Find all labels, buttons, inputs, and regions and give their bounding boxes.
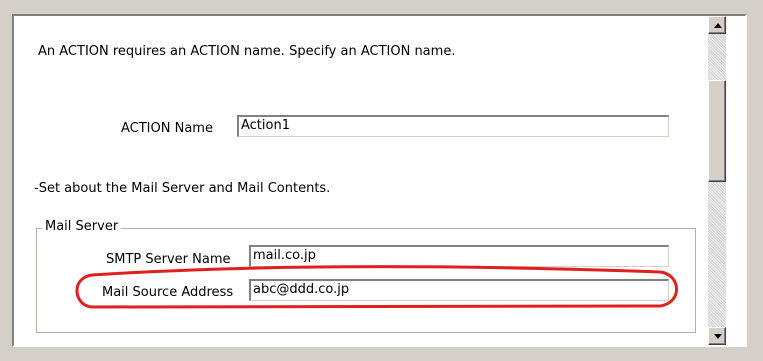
intro-text: An ACTION requires an ACTION name. Speci… xyxy=(38,44,456,59)
section-text: -Set about the Mail Server and Mail Cont… xyxy=(34,181,331,196)
scroll-up-button[interactable] xyxy=(708,16,726,34)
scroll-down-arrow-icon xyxy=(714,334,722,339)
mail-source-label: Mail Source Address xyxy=(102,285,234,300)
scroll-down-button[interactable] xyxy=(708,327,726,345)
action-name-label: ACTION Name xyxy=(121,121,213,136)
smtp-server-label: SMTP Server Name xyxy=(106,252,231,267)
mail-source-input[interactable]: abc@ddd.co.jp xyxy=(249,279,669,301)
mail-server-legend: Mail Server xyxy=(42,219,122,234)
scroll-up-arrow-icon xyxy=(714,23,722,28)
vertical-scrollbar[interactable] xyxy=(708,16,726,345)
scrollbar-thumb[interactable] xyxy=(708,80,726,182)
dialog-panel: An ACTION requires an ACTION name. Speci… xyxy=(12,14,747,347)
smtp-server-input[interactable]: mail.co.jp xyxy=(249,245,669,267)
content-area: An ACTION requires an ACTION name. Speci… xyxy=(14,16,708,345)
action-name-input[interactable]: Action1 xyxy=(237,115,669,137)
